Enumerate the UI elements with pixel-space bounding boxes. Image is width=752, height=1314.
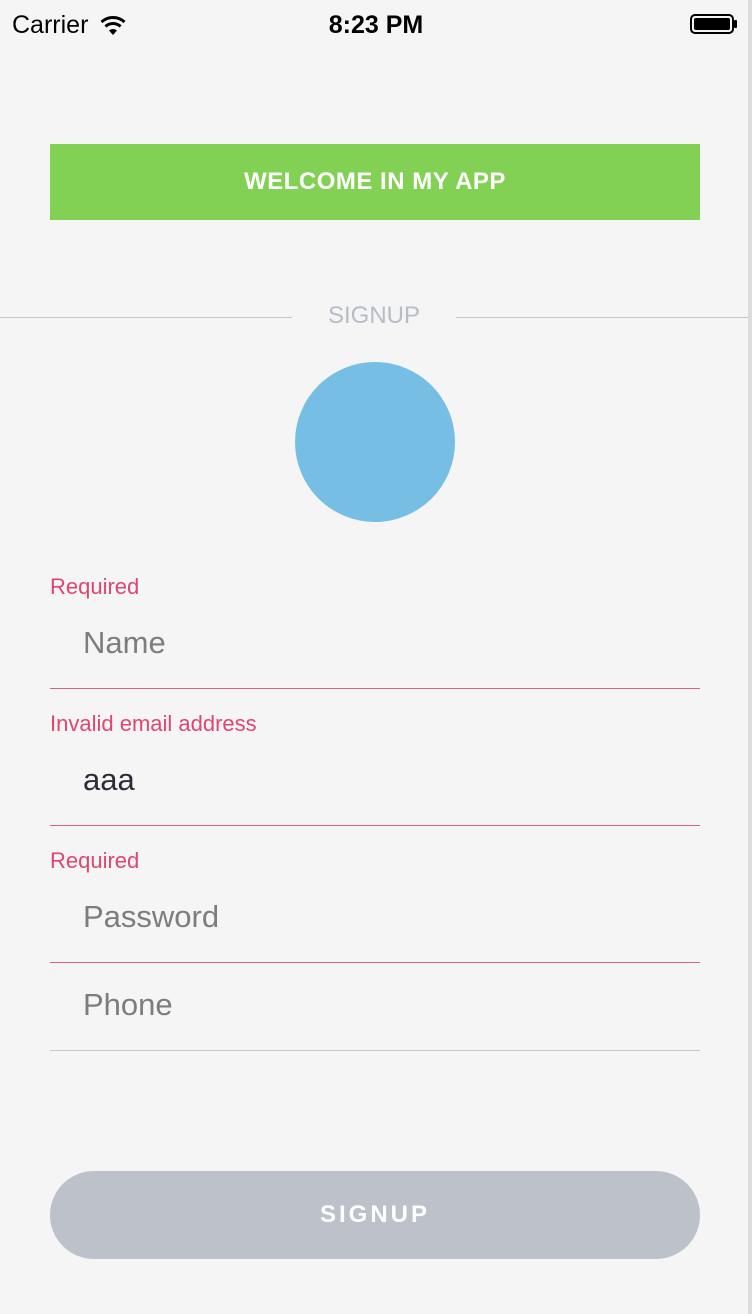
name-field-container <box>50 613 700 673</box>
phone-field-container <box>50 975 700 1035</box>
email-underline <box>50 825 700 826</box>
phone-underline <box>50 1050 700 1051</box>
email-error-message: Invalid email address <box>50 711 257 736</box>
welcome-banner: WELCOME IN MY APP <box>50 144 700 220</box>
password-error-message: Required <box>50 848 140 873</box>
window-edge <box>748 0 752 1314</box>
password-underline <box>50 962 700 963</box>
divider-left-line <box>0 317 292 318</box>
signup-button[interactable]: SIGNUP <box>50 1171 700 1259</box>
avatar-picker[interactable] <box>295 362 455 522</box>
email-input[interactable] <box>50 750 700 810</box>
name-input[interactable] <box>50 613 700 673</box>
status-bar: Carrier 8:23 PM <box>0 0 748 48</box>
signup-screen: Carrier 8:23 PM WELCOME IN MY APP SIGNUP… <box>0 0 748 1314</box>
password-field-container <box>50 887 700 947</box>
battery-icon <box>690 14 737 34</box>
clock-time: 8:23 PM <box>328 11 424 39</box>
email-field-container <box>50 750 700 810</box>
phone-input[interactable] <box>50 975 700 1035</box>
divider-right-line <box>456 317 748 318</box>
name-error-message: Required <box>50 574 140 599</box>
section-title: SIGNUP <box>327 302 420 329</box>
password-input[interactable] <box>50 887 700 947</box>
name-underline <box>50 688 700 689</box>
